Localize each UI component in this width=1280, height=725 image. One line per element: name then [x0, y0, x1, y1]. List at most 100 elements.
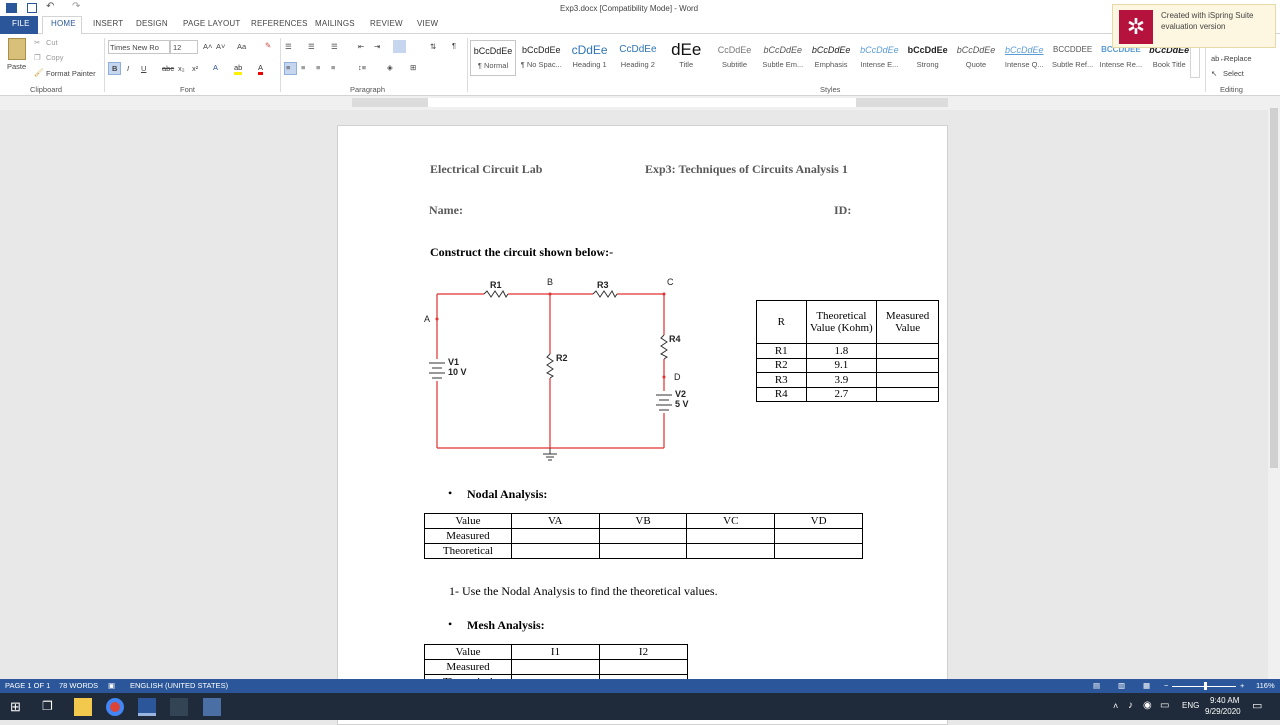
table-cell[interactable] [876, 372, 939, 388]
align-center-icon[interactable]: ≡ [301, 63, 305, 72]
tab-home-label[interactable]: HOME [51, 19, 76, 28]
keyboard-language[interactable]: ENG [1182, 701, 1199, 710]
table-cell[interactable] [686, 528, 776, 544]
tab-insert[interactable]: INSERT [93, 19, 123, 28]
app-icon[interactable] [170, 698, 188, 716]
table-cell[interactable] [598, 528, 688, 544]
numbering-icon[interactable]: ☰ [308, 42, 315, 51]
underline-icon[interactable]: U [141, 64, 146, 73]
table-cell[interactable] [510, 543, 600, 559]
word-taskbar-icon[interactable] [138, 698, 156, 716]
zoom-out-icon[interactable]: − [1164, 681, 1168, 690]
bullets-icon[interactable]: ☰ [285, 42, 292, 51]
style-2[interactable]: cDdEe Heading 1 [567, 40, 613, 76]
language-indicator[interactable]: ENGLISH (UNITED STATES) [130, 681, 228, 690]
shrink-font-icon[interactable]: A˅ [216, 42, 225, 51]
borders-icon[interactable]: ⊞ [410, 63, 416, 72]
proofing-icon[interactable]: ▣ [108, 681, 115, 690]
battery-icon[interactable]: ▭ [1160, 700, 1169, 711]
table-cell[interactable] [876, 386, 939, 402]
scroll-thumb[interactable] [1270, 108, 1278, 468]
style-3[interactable]: CcDdEe Heading 2 [615, 40, 661, 76]
subscript-icon[interactable]: x₂ [178, 64, 185, 73]
style-10[interactable]: bCcDdEe Quote [953, 40, 999, 76]
table-cell[interactable] [510, 528, 600, 544]
strikethrough-icon[interactable]: abc [162, 64, 174, 73]
print-layout-icon[interactable]: ▥ [1118, 681, 1125, 690]
multilevel-list-icon[interactable]: ☰ [331, 42, 338, 51]
style-12[interactable]: BCCDDEE Subtle Ref... [1050, 40, 1096, 76]
save-icon[interactable] [27, 3, 37, 13]
clear-format-icon[interactable]: ✎ [265, 41, 271, 50]
app-icon[interactable] [203, 698, 221, 716]
tab-mailings[interactable]: MAILINGS [315, 19, 355, 28]
style-9[interactable]: bCcDdEe Strong [905, 40, 951, 76]
style-8[interactable]: bCcDdEe Intense E... [856, 40, 902, 76]
horizontal-ruler[interactable] [0, 96, 1280, 110]
table-cell[interactable] [876, 343, 939, 359]
increase-indent-icon[interactable]: ⇥ [374, 42, 380, 51]
style-1[interactable]: bCcDdEe ¶ No Spac... [518, 40, 564, 76]
table-cell[interactable] [599, 659, 688, 675]
shading-icon[interactable]: ◈ [387, 63, 393, 72]
style-7[interactable]: bCcDdEe Emphasis [808, 40, 854, 76]
replace-button[interactable]: Replace [1224, 54, 1252, 63]
table-cell[interactable] [774, 528, 863, 544]
redo-icon[interactable]: ↷ [72, 1, 80, 12]
clock-time[interactable]: 9:40 AM [1210, 696, 1239, 705]
zoom-in-icon[interactable]: + [1240, 681, 1244, 690]
table-cell[interactable] [598, 543, 688, 559]
tab-view[interactable]: VIEW [417, 19, 438, 28]
table-cell[interactable] [686, 543, 776, 559]
highlight-icon[interactable]: ab [234, 63, 243, 75]
word-count[interactable]: 78 WORDS [59, 681, 98, 690]
rtl-button[interactable] [393, 40, 406, 53]
zoom-level[interactable]: 116% [1256, 681, 1275, 690]
tab-design[interactable]: DESIGN [136, 19, 168, 28]
page-count[interactable]: PAGE 1 OF 1 [5, 681, 50, 690]
volume-icon[interactable]: ♪ [1128, 700, 1133, 711]
style-5[interactable]: CcDdEe Subtitle [712, 40, 758, 76]
superscript-icon[interactable]: x² [192, 64, 198, 73]
font-color-icon[interactable]: A [258, 63, 264, 75]
web-layout-icon[interactable]: ▦ [1143, 681, 1150, 690]
cut-icon[interactable]: ✂ [34, 38, 40, 47]
windows-start-icon[interactable]: ⊞ [10, 699, 21, 715]
network-icon[interactable]: ◉ [1143, 700, 1152, 711]
undo-icon[interactable]: ↶ [46, 1, 54, 12]
tab-page-layout[interactable]: PAGE LAYOUT [183, 19, 240, 28]
align-right-icon[interactable]: ≡ [316, 63, 320, 72]
paste-icon[interactable] [8, 38, 26, 60]
paste-button[interactable]: Paste [7, 62, 26, 71]
clock-date[interactable]: 9/29/2020 [1205, 707, 1241, 716]
copy-icon[interactable]: ❐ [34, 53, 41, 62]
style-0[interactable]: bCcDdEe ¶ Normal [470, 40, 516, 76]
change-case-icon[interactable]: Aa [237, 42, 246, 51]
chrome-icon[interactable] [106, 698, 124, 716]
style-11[interactable]: bCcDdEe Intense Q... [1001, 40, 1047, 76]
tab-review[interactable]: REVIEW [370, 19, 403, 28]
notification-icon[interactable]: ▭ [1252, 699, 1262, 712]
tray-chevron-icon[interactable]: ˄ [1113, 701, 1118, 711]
zoom-slider-thumb[interactable] [1204, 682, 1207, 690]
table-cell[interactable] [774, 543, 863, 559]
tab-file-label[interactable]: FILE [12, 19, 30, 28]
grow-font-icon[interactable]: A˄ [203, 42, 212, 51]
line-spacing-icon[interactable]: ↕≡ [358, 63, 366, 72]
document-page[interactable]: Electrical Circuit Lab Exp3: Techniques … [337, 125, 948, 725]
table-cell[interactable] [511, 659, 600, 675]
task-view-icon[interactable]: ❐ [42, 699, 53, 713]
table-cell[interactable] [876, 357, 939, 373]
vertical-scrollbar[interactable] [1268, 96, 1280, 679]
style-4[interactable]: dEe Title [663, 40, 709, 76]
tab-references[interactable]: REFERENCES [251, 19, 308, 28]
decrease-indent-icon[interactable]: ⇤ [358, 42, 364, 51]
show-formatting-icon[interactable]: ¶ [452, 41, 456, 50]
text-effects-icon[interactable]: A [213, 63, 218, 72]
format-painter-icon[interactable]: 🖌 [34, 68, 44, 77]
select-button[interactable]: Select [1223, 69, 1244, 78]
cut-button[interactable]: Cut [46, 38, 58, 47]
sort-icon[interactable]: ⇅ [430, 42, 436, 51]
copy-button[interactable]: Copy [46, 53, 64, 62]
justify-icon[interactable]: ≡ [331, 63, 335, 72]
